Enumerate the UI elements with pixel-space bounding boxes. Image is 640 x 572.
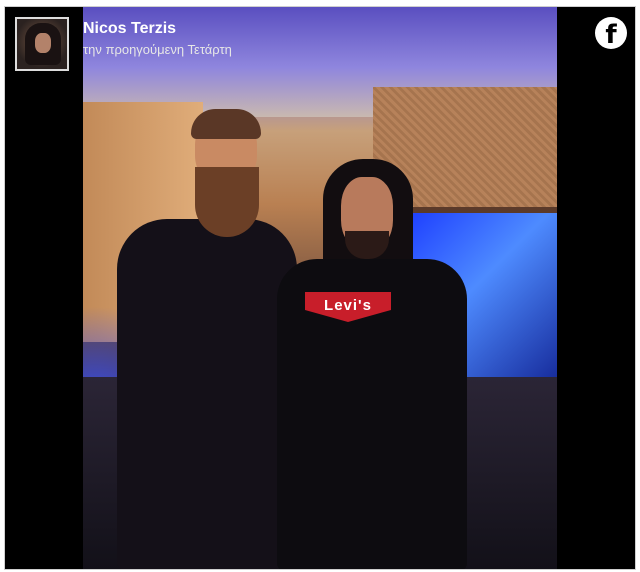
avatar[interactable] bbox=[15, 17, 69, 71]
post-embed: Levi's Nicos Terzis την προηγούμενη Τετά… bbox=[4, 6, 636, 570]
facebook-glyph: f bbox=[605, 20, 617, 50]
facebook-icon[interactable]: f bbox=[595, 17, 627, 50]
photo-person-left bbox=[117, 109, 297, 569]
photo-person-right: Levi's bbox=[277, 159, 467, 569]
post-photo[interactable]: Levi's bbox=[83, 7, 557, 569]
person-left-shirt bbox=[117, 219, 297, 569]
author-name[interactable]: Nicos Terzis bbox=[83, 20, 176, 38]
person-left-beard bbox=[195, 167, 259, 237]
avatar-face bbox=[35, 33, 51, 53]
person-left-hair bbox=[191, 109, 261, 139]
post-timestamp[interactable]: την προηγούμενη Τετάρτη bbox=[83, 42, 232, 57]
